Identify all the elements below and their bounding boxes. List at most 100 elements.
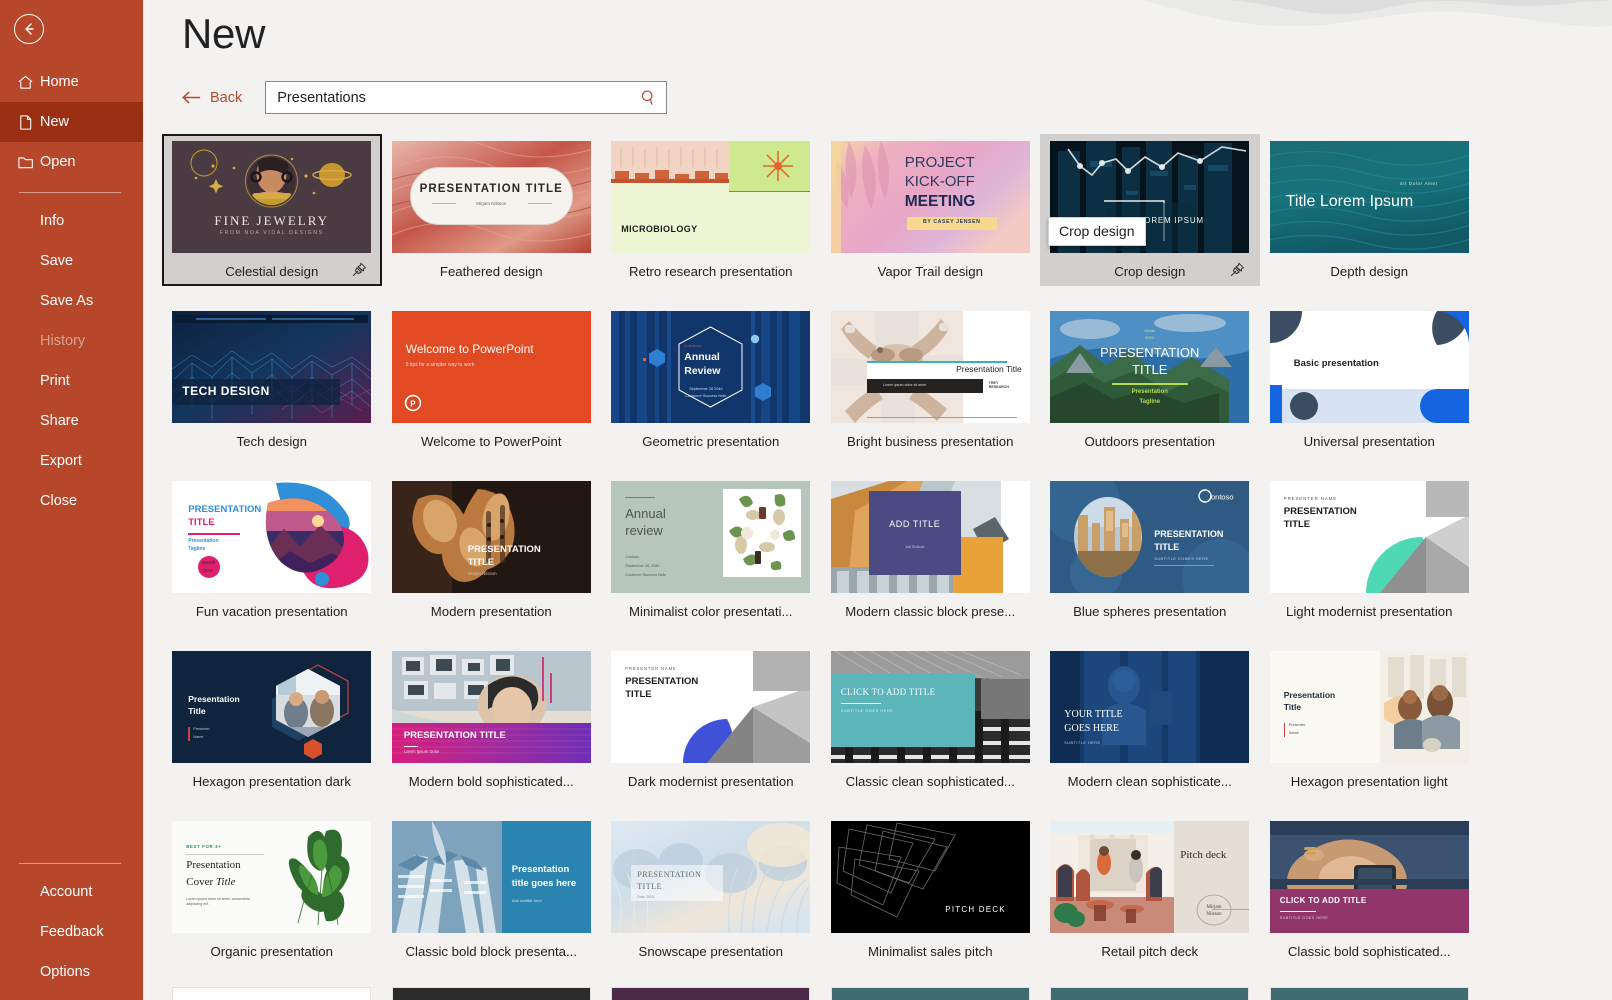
sidebar-item-label: Export [40, 453, 82, 469]
template-name: Hexagon presentation light [1290, 773, 1448, 789]
template-caption: Retail pitch deck [1043, 936, 1257, 966]
template-card[interactable]: PRESENTATION TITLE Lorem Ipsum Dolor Mode… [382, 644, 602, 796]
template-gallery[interactable]: FINE JEWELRY FROM NOA VIDAL DESIGNS Celes… [162, 134, 1612, 1000]
template-card[interactable]: MICROBIOLOGY Retro research presentation [601, 134, 821, 286]
template-card-partial[interactable] [821, 984, 1041, 1000]
home-icon [17, 74, 40, 91]
template-card[interactable]: Welcome to PowerPoint 5 tips for a simpl… [382, 304, 602, 456]
template-caption: Snowscape presentation [604, 936, 818, 966]
sidebar-item-close[interactable]: Close [0, 481, 143, 521]
template-caption: Outdoors presentation [1043, 426, 1257, 456]
sidebar-item-save[interactable]: Save [0, 241, 143, 281]
template-preview-art: Pitch deck Mirjam Nilsson [1050, 820, 1250, 933]
template-thumbnail: PRESENTATION TITLE Mirjam Nilsson [385, 137, 599, 256]
template-card[interactable]: Presentation Title Presenter Name Hexagon… [1260, 644, 1480, 796]
template-name: Hexagon presentation dark [192, 773, 351, 789]
template-preview-art: Month 20XX PRESENTATION TITLE Presentati… [1050, 310, 1250, 423]
template-preview-art: Presentation Title Presenter Name [172, 650, 372, 763]
template-caption: Classic bold block presenta... [385, 936, 599, 966]
pin-template-button[interactable] [352, 262, 367, 280]
sidebar-divider-top [19, 192, 121, 193]
template-card[interactable]: ontoso PRESENTATION TITLE SUBTITLE COMES… [1040, 474, 1260, 626]
template-card[interactable]: Title Lorem Ipsum Sit Dolor Amet Depth de… [1260, 134, 1480, 286]
template-card[interactable]: Month 20XX PRESENTATION TITLE Presentati… [1040, 304, 1260, 456]
template-thumbnail: PRESENTER NAME PRESENTATION TITLE [1263, 477, 1477, 596]
template-card[interactable]: FINE JEWELRY FROM NOA VIDAL DESIGNS Celes… [162, 134, 382, 286]
template-thumbnail [165, 987, 379, 1000]
sidebar-item-label: Save As [40, 293, 94, 309]
template-card[interactable]: CLICK TO ADD TITLE SUBTITLE GOES HERE Cla… [821, 644, 1041, 796]
template-card[interactable]: Contoso Annual Review September 28 2040 … [601, 304, 821, 456]
template-card[interactable]: PITCH DECK Minimalist sales pitch [821, 814, 1041, 966]
search-box[interactable] [265, 81, 668, 114]
template-caption: Welcome to PowerPoint [385, 426, 599, 456]
template-preview-art: PRESENTATION TITLE Presentation Tagline … [172, 480, 372, 593]
template-card[interactable]: Presentation Title Presenter Name Hexagon… [162, 644, 382, 796]
template-thumbnail: PRESENTATION TITLE Mirjam Nilsson [385, 477, 599, 596]
template-card[interactable]: PRESENTATION TITLE Date 20XX Snowscape pr… [601, 814, 821, 966]
template-preview-art: TECH DESIGN [172, 310, 372, 423]
template-name: Outdoors presentation [1084, 433, 1216, 449]
sidebar-item-home[interactable]: Home [0, 62, 143, 102]
close-backstage-button[interactable] [14, 14, 44, 44]
template-card[interactable]: PRESENTER NAME PRESENTATION TITLE Light m… [1260, 474, 1480, 626]
template-card[interactable]: CLICK TO ADD TITLE SUBTITLE GOES HERE Cla… [1260, 814, 1480, 966]
template-caption: Dark modernist presentation [604, 766, 818, 796]
template-card[interactable]: PROJECT KICK-OFF MEETING BY CASEY JENSEN… [821, 134, 1041, 286]
template-card-partial[interactable] [162, 984, 382, 1000]
template-preview-art: Welcome to PowerPoint 5 tips for a simpl… [391, 310, 591, 423]
template-card-partial[interactable] [1040, 984, 1260, 1000]
template-caption: Retro research presentation [604, 256, 818, 286]
template-name: Modern classic block prese... [845, 603, 1016, 619]
template-card[interactable]: YOUR TITLE GOES HERE SUBTITLE HERE Modern… [1040, 644, 1260, 796]
sidebar-item-save-as[interactable]: Save As [0, 281, 143, 321]
sidebar-item-print[interactable]: Print [0, 361, 143, 401]
template-card[interactable]: PRESENTATION TITLE Mirjam Nilsson Modern … [382, 474, 602, 626]
pin-template-button[interactable] [1230, 262, 1245, 280]
template-thumbnail: Presentation title goes here Add subtitl… [385, 817, 599, 936]
template-preview-art: Basic presentation [1269, 310, 1469, 423]
template-caption: Light modernist presentation [1263, 596, 1477, 626]
template-name: Tech design [236, 433, 307, 449]
sidebar-item-account[interactable]: Account [0, 872, 143, 912]
sidebar-item-new[interactable]: New [0, 102, 143, 142]
template-card[interactable]: PRESENTATION TITLE Presentation Tagline … [162, 474, 382, 626]
template-caption: Fun vacation presentation [165, 596, 379, 626]
sidebar-item-open[interactable]: Open [0, 142, 143, 182]
template-name: Welcome to PowerPoint [421, 433, 562, 449]
template-card[interactable]: Presentation Title Lorem ipsum dolor sit… [821, 304, 1041, 456]
template-card[interactable]: Basic presentation Universal presentation [1260, 304, 1480, 456]
template-card[interactable]: PRESENTATION TITLE Mirjam Nilsson Feathe… [382, 134, 602, 286]
sidebar-item-share[interactable]: Share [0, 401, 143, 441]
pin-icon[interactable] [352, 262, 367, 277]
template-card[interactable]: Presentation title goes here Add subtitl… [382, 814, 602, 966]
new-document-icon [17, 114, 40, 131]
template-card-partial[interactable] [601, 984, 821, 1000]
template-caption: Vapor Trail design [824, 256, 1038, 286]
template-thumbnail: PRESENTATION TITLE Date 20XX [604, 817, 818, 936]
template-thumbnail: YOUR TITLE GOES HERE SUBTITLE HERE [1043, 647, 1257, 766]
template-card[interactable]: Pitch deck Mirjam Nilsson Retail pitch d… [1040, 814, 1260, 966]
decorative-corner-graphic [1142, 0, 1612, 27]
sidebar-item-info[interactable]: Info [0, 201, 143, 241]
template-card[interactable]: TITLE LOREM IPSUM Sit Dolor AmetCrop des… [1040, 134, 1260, 286]
sidebar-item-export[interactable]: Export [0, 441, 143, 481]
pin-icon[interactable] [1230, 262, 1245, 277]
sidebar-item-feedback[interactable]: Feedback [0, 912, 143, 952]
template-card[interactable]: Annual review Contoso September 28, 2040… [601, 474, 821, 626]
sidebar-item-options[interactable]: Options [0, 952, 143, 992]
template-name: Classic bold sophisticated... [1287, 943, 1451, 959]
template-card-partial[interactable] [1260, 984, 1480, 1000]
template-card-partial[interactable] [382, 984, 602, 1000]
search-input[interactable] [277, 89, 637, 106]
template-preview-art: CLICK TO ADD TITLE SUBTITLE GOES HERE [1269, 820, 1469, 933]
template-card[interactable]: ADD TITLE Job Bullock Modern classic bloc… [821, 474, 1041, 626]
search-icon[interactable] [636, 89, 660, 106]
back-button[interactable]: Back [182, 90, 242, 106]
template-card[interactable]: BEST FOR 3+ Presentation Cover Title Lor… [162, 814, 382, 966]
open-folder-icon [17, 154, 40, 171]
template-preview-art: PRESENTATION TITLE Date 20XX [611, 820, 811, 933]
template-card[interactable]: PRESENTER NAME PRESENTATION TITLE Dark mo… [601, 644, 821, 796]
template-card[interactable]: TECH DESIGN Tech design [162, 304, 382, 456]
template-preview-art: PITCH DECK [830, 820, 1030, 933]
